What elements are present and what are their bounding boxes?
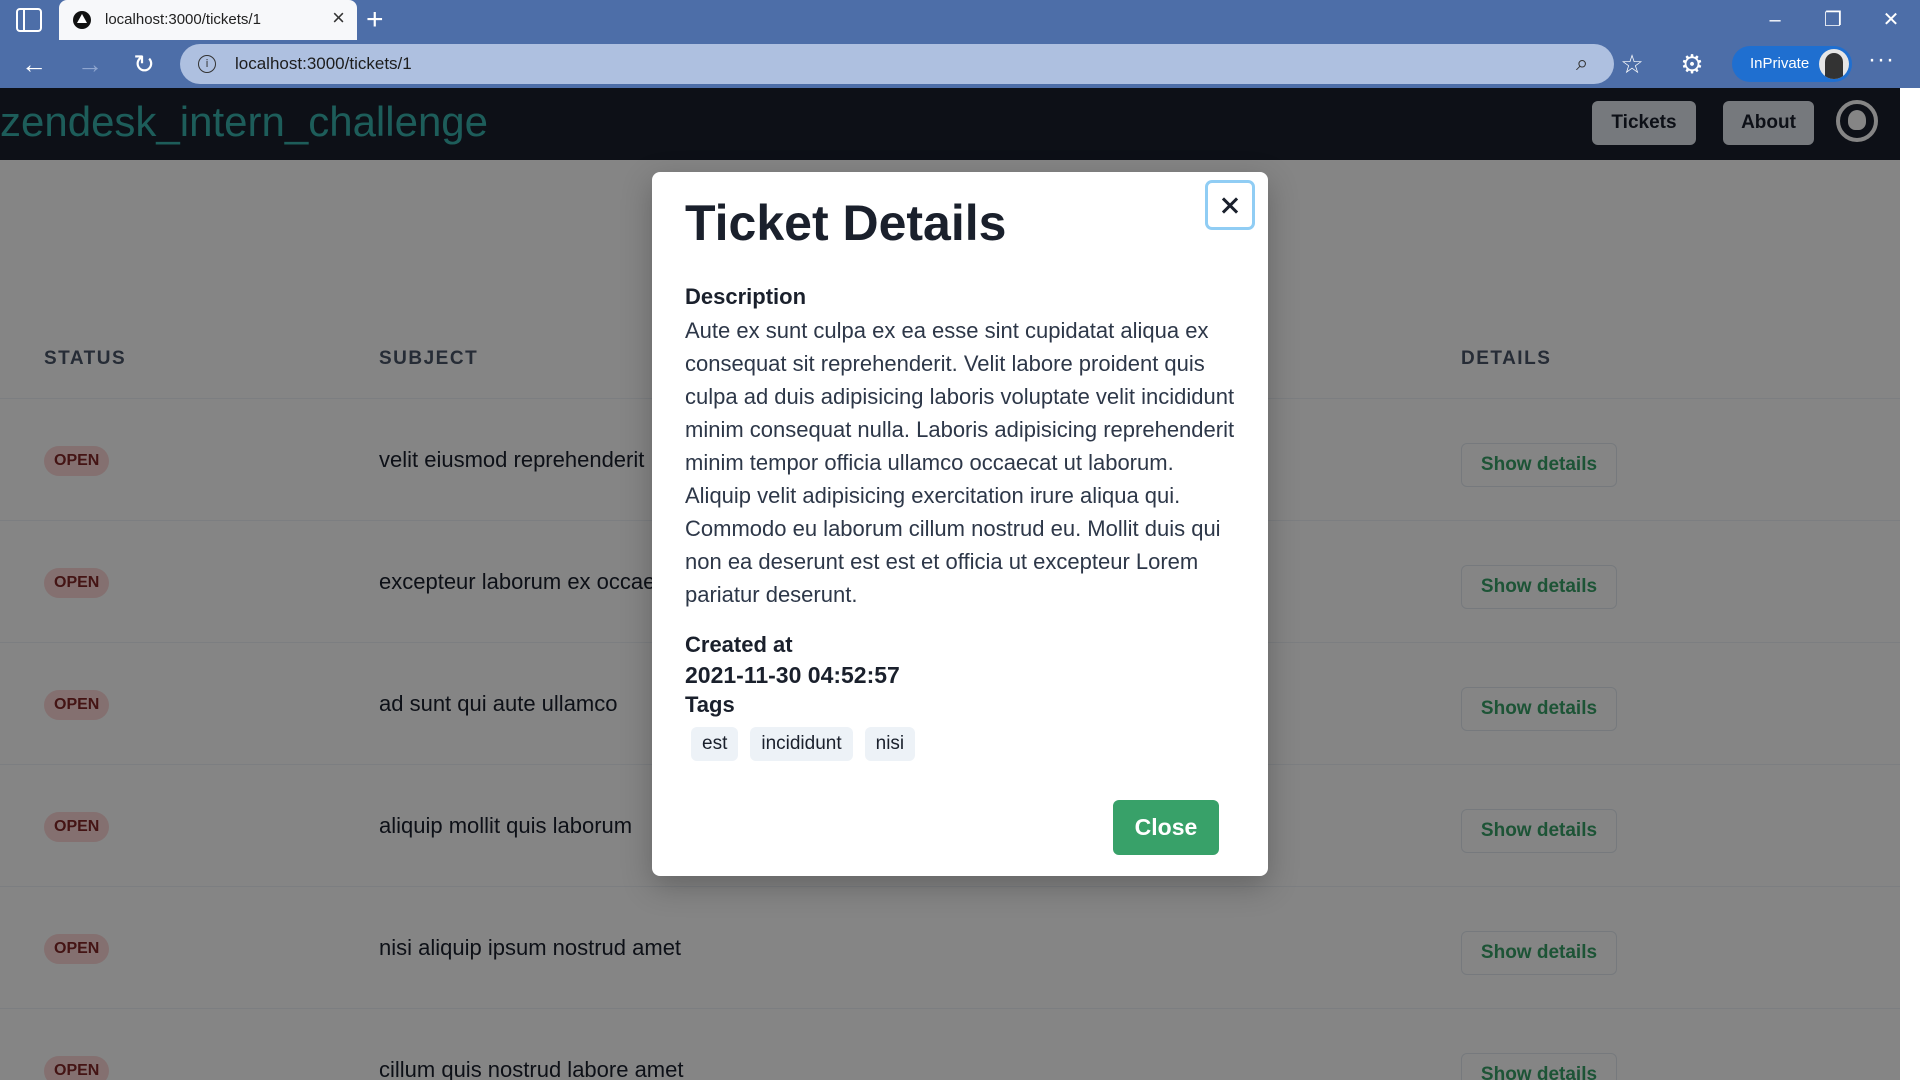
new-tab-button[interactable]: + bbox=[366, 2, 384, 38]
restore-icon[interactable]: ❐ bbox=[1810, 4, 1856, 36]
forward-arrow-icon[interactable]: → bbox=[72, 46, 108, 82]
tag: est bbox=[691, 727, 739, 761]
tag-list: est incididunt nisi bbox=[691, 727, 916, 761]
tag: incididunt bbox=[750, 727, 853, 761]
address-text[interactable]: localhost:3000/tickets/1 bbox=[235, 54, 412, 74]
browser-titlebar: localhost:3000/tickets/1 × + – ❐ ✕ bbox=[0, 0, 1920, 40]
window-close-icon[interactable]: ✕ bbox=[1868, 4, 1914, 36]
tab-close-icon[interactable]: × bbox=[332, 7, 345, 29]
tab-title: localhost:3000/tickets/1 bbox=[105, 11, 261, 28]
tag: nisi bbox=[864, 727, 916, 761]
avatar bbox=[1819, 49, 1849, 79]
zoom-icon[interactable]: ⌕ bbox=[1576, 50, 1588, 76]
ticket-details-modal: Ticket Details Description Aute ex sunt … bbox=[652, 172, 1268, 876]
browser-toolbar: ← → ↻ i localhost:3000/tickets/1 ⌕ ☆ ⚙ I… bbox=[0, 40, 1920, 88]
browser-tab-active[interactable]: localhost:3000/tickets/1 × bbox=[59, 0, 357, 40]
close-icon[interactable] bbox=[1205, 180, 1255, 230]
page-viewport: zendesk_intern_challenge Tickets About S… bbox=[0, 88, 1900, 1080]
close-button[interactable]: Close bbox=[1113, 800, 1219, 855]
scrollbar[interactable] bbox=[1900, 88, 1920, 1080]
sidebar-icon[interactable] bbox=[16, 8, 42, 32]
description-label: Description bbox=[685, 284, 807, 309]
back-arrow-icon[interactable]: ← bbox=[16, 46, 52, 82]
inprivate-badge[interactable]: InPrivate bbox=[1732, 46, 1852, 82]
inprivate-label: InPrivate bbox=[1750, 55, 1810, 72]
created-at-label: Created at bbox=[685, 632, 793, 657]
extensions-icon[interactable]: ⚙ bbox=[1674, 46, 1710, 82]
minimize-icon[interactable]: – bbox=[1752, 4, 1798, 36]
modal-title: Ticket Details bbox=[685, 195, 1007, 251]
refresh-icon[interactable]: ↻ bbox=[126, 46, 162, 82]
add-favorite-icon[interactable]: ☆ bbox=[1614, 46, 1650, 82]
tags-label: Tags bbox=[685, 692, 735, 717]
info-icon[interactable]: i bbox=[198, 55, 216, 73]
description-text: Aute ex sunt culpa ex ea esse sint cupid… bbox=[685, 318, 1235, 607]
more-options-icon[interactable]: ··· bbox=[1868, 46, 1895, 74]
address-bar[interactable]: i localhost:3000/tickets/1 ⌕ bbox=[180, 44, 1614, 84]
favicon-icon bbox=[73, 11, 91, 29]
created-at-value: 2021-11-30 04:52:57 bbox=[685, 662, 900, 688]
